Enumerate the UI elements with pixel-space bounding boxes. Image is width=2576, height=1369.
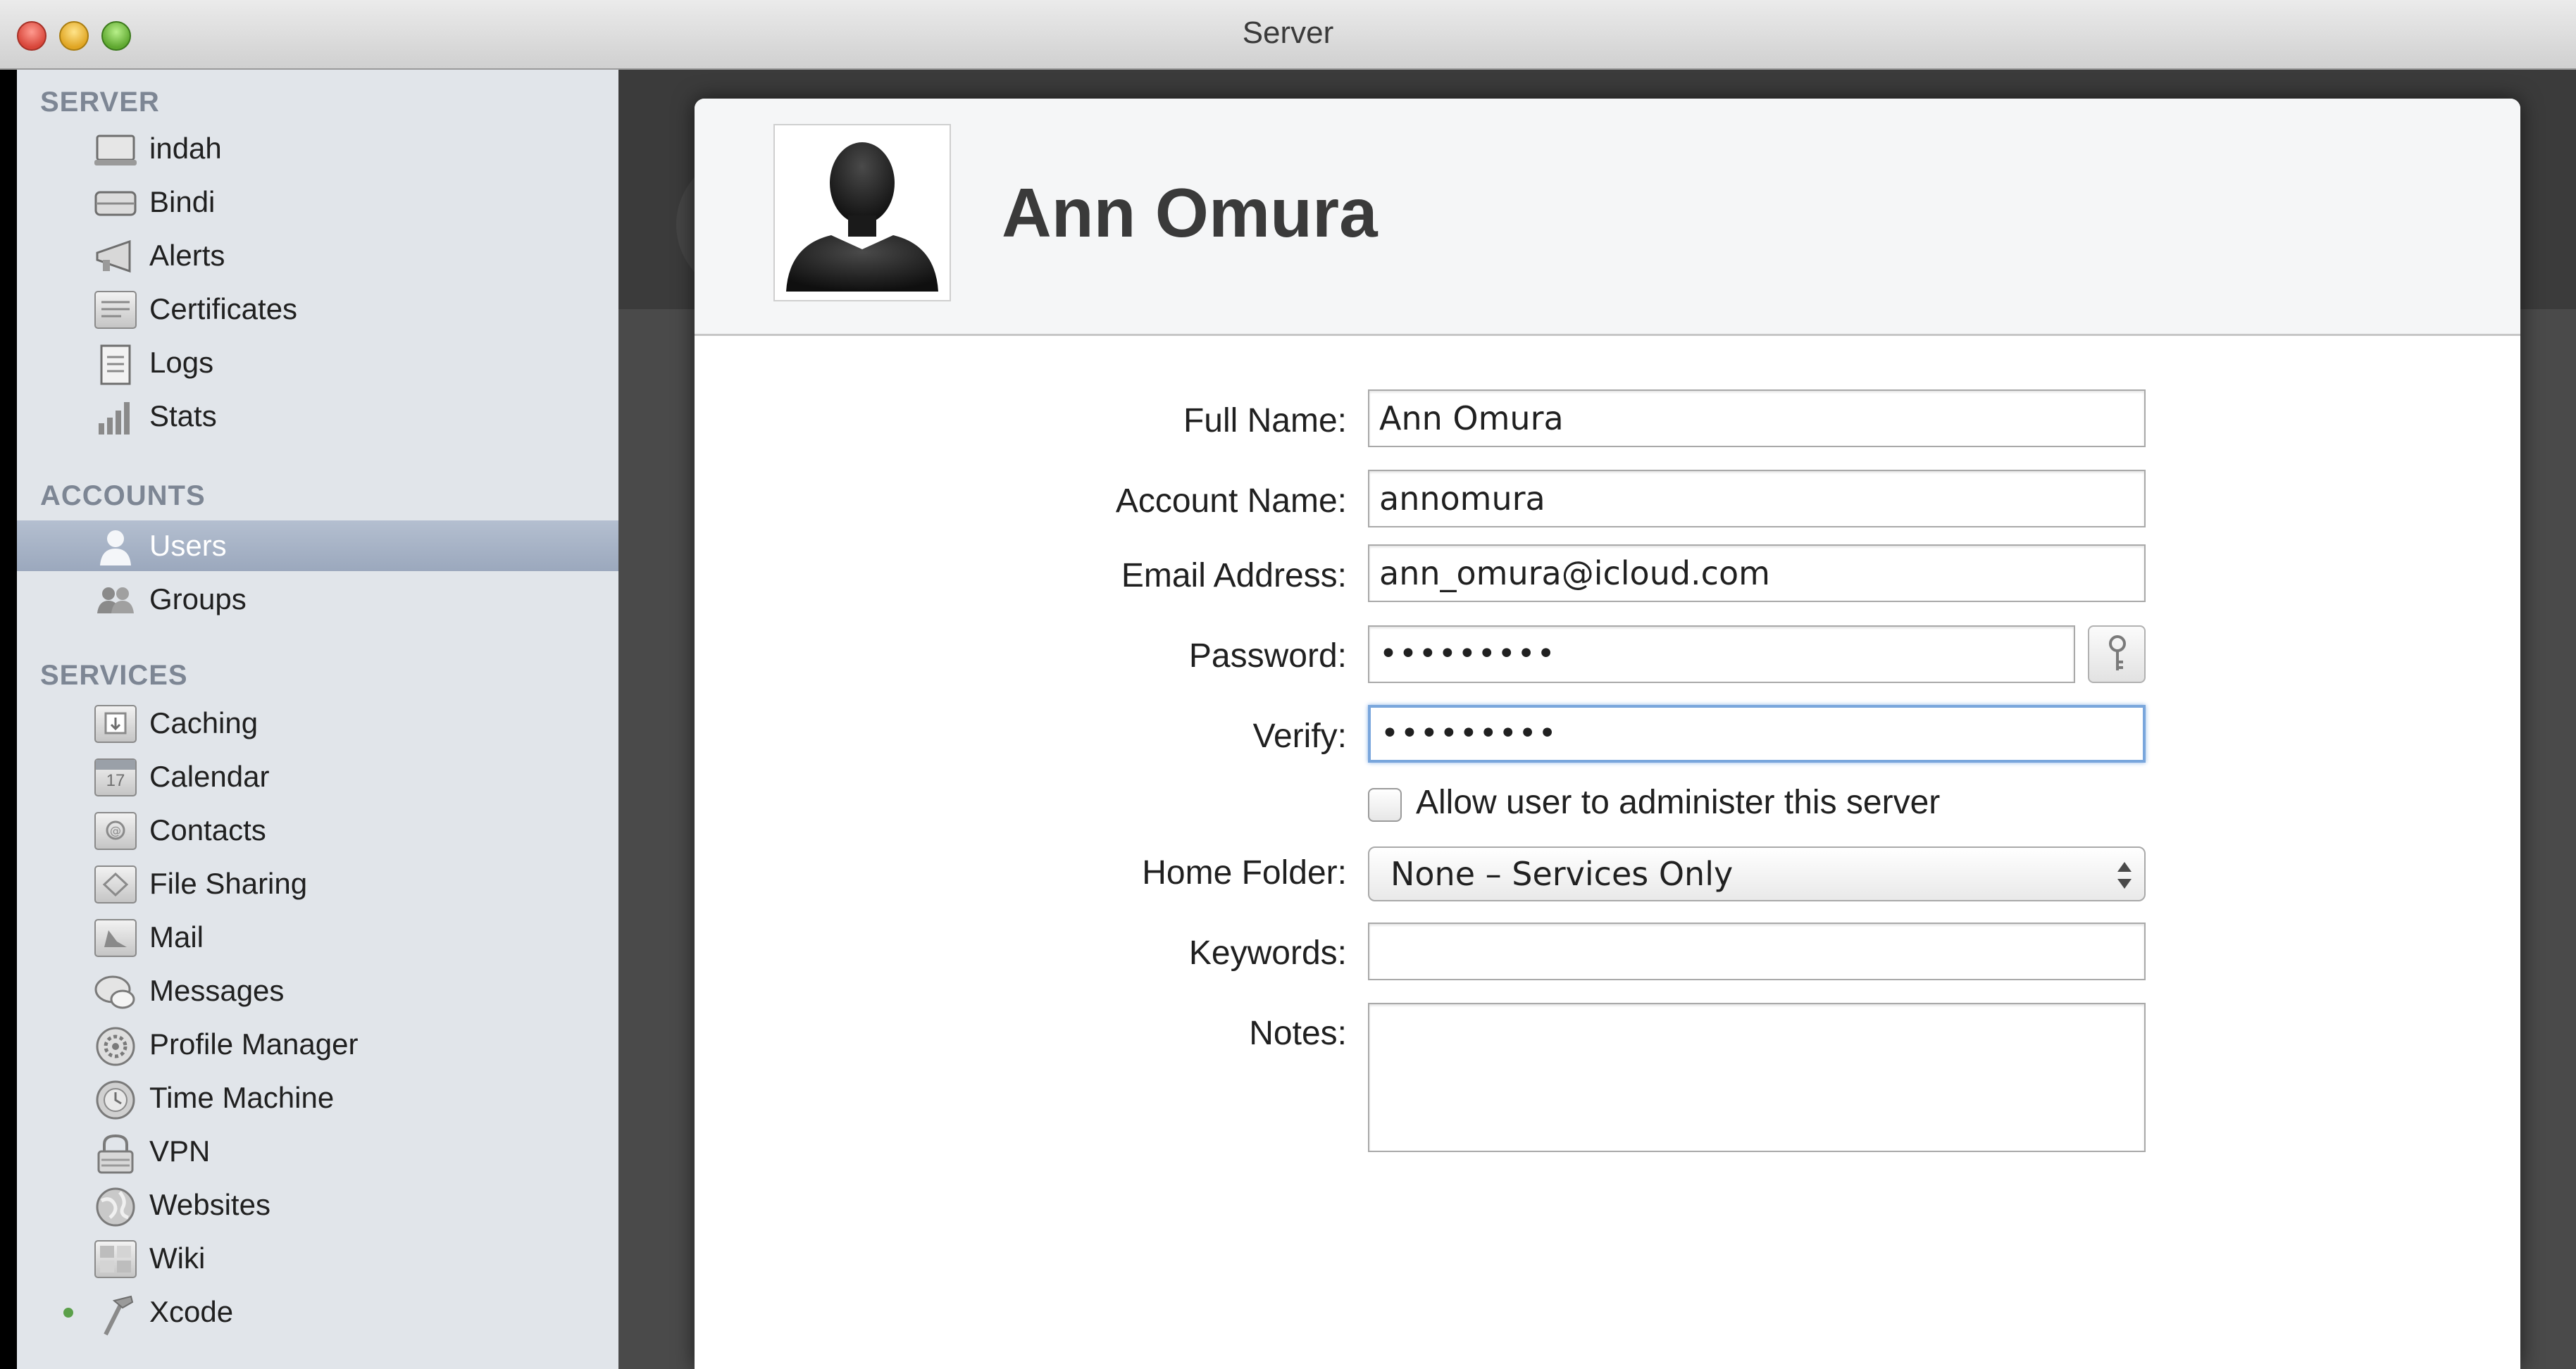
sidebar: SERVER indah Bindi Alerts Certificates L… — [17, 70, 618, 1369]
account-name-field[interactable]: annomura — [1368, 470, 2146, 527]
calendar-icon: 17 — [94, 758, 137, 796]
sidebar-item-contacts[interactable]: @ Contacts — [17, 805, 618, 856]
password-field[interactable]: ••••••••• — [1368, 625, 2075, 683]
sidebar-item-certificates[interactable]: Certificates — [17, 284, 618, 335]
caching-icon — [94, 705, 137, 743]
home-folder-label: Home Folder: — [1142, 854, 1347, 892]
group-icon — [94, 581, 137, 619]
sidebar-item-xcode[interactable]: Xcode — [17, 1287, 618, 1337]
wiki-icon — [94, 1240, 137, 1278]
server-window: Server SERVER indah Bindi Alerts Certifi… — [0, 0, 2576, 1369]
notes-label: Notes: — [1249, 1015, 1347, 1052]
certificate-icon — [94, 291, 137, 329]
password-assistant-button[interactable] — [2088, 625, 2146, 683]
keywords-field[interactable] — [1368, 923, 2146, 980]
sidebar-item-label: Logs — [149, 346, 214, 379]
sidebar-item-label: Calendar — [149, 760, 270, 793]
sidebar-item-label: Mail — [149, 920, 204, 954]
sheet-header: Ann Omura — [695, 99, 2520, 336]
sidebar-item-messages[interactable]: Messages — [17, 965, 618, 1016]
full-name-label: Full Name: — [1183, 402, 1347, 439]
home-folder-value: None – Services Only — [1390, 855, 1734, 893]
sidebar-item-label: indah — [149, 132, 222, 165]
sidebar-item-groups[interactable]: Groups — [17, 574, 618, 625]
sidebar-item-label: Xcode — [149, 1295, 234, 1328]
sidebar-item-label: Time Machine — [149, 1081, 335, 1114]
server-section-heading: SERVER — [40, 87, 160, 118]
contacts-icon: @ — [94, 812, 137, 850]
keywords-label: Keywords: — [1188, 934, 1347, 972]
allow-admin-checkbox[interactable] — [1368, 788, 1402, 822]
sidebar-item-label: Alerts — [149, 239, 225, 272]
user-display-name: Ann Omura — [1002, 174, 1378, 251]
drive-icon — [94, 184, 137, 222]
account-name-label: Account Name: — [1115, 482, 1347, 520]
calendar-day-number: 17 — [106, 771, 125, 790]
sidebar-item-caching[interactable]: Caching — [17, 698, 618, 749]
svg-text:@: @ — [110, 824, 121, 837]
folder-icon — [94, 865, 137, 904]
hammer-icon — [94, 1294, 137, 1336]
window-title: Server — [1242, 15, 1334, 50]
title-bar[interactable]: Server — [0, 0, 2576, 70]
sidebar-item-profile-manager[interactable]: Profile Manager — [17, 1019, 618, 1070]
sidebar-item-vpn[interactable]: VPN — [17, 1126, 618, 1177]
sidebar-item-file-sharing[interactable]: File Sharing — [17, 858, 618, 909]
sidebar-item-label: Bindi — [149, 185, 216, 218]
sidebar-item-label: Stats — [149, 399, 217, 432]
sidebar-item-label: File Sharing — [149, 867, 308, 900]
notes-field[interactable] — [1368, 1003, 2146, 1152]
sidebar-item-time-machine[interactable]: Time Machine — [17, 1073, 618, 1123]
verify-password-field[interactable]: ••••••••• — [1368, 705, 2146, 763]
email-field[interactable]: ann_omura@icloud.com — [1368, 544, 2146, 602]
bar-chart-icon — [94, 398, 137, 436]
chat-bubbles-icon — [94, 973, 137, 1011]
computer-icon — [94, 130, 137, 168]
sidebar-item-users[interactable]: Users — [17, 520, 618, 571]
password-label: Password: — [1188, 637, 1347, 675]
sidebar-item-indah[interactable]: indah — [17, 123, 618, 174]
sidebar-item-alerts[interactable]: Alerts — [17, 230, 618, 281]
globe-icon — [94, 1187, 137, 1227]
services-section-heading: SERVICES — [40, 660, 188, 691]
clock-icon — [94, 1080, 137, 1120]
sidebar-item-label: Certificates — [149, 292, 298, 325]
sidebar-item-calendar[interactable]: 17 Calendar — [17, 751, 618, 802]
megaphone-icon — [94, 237, 137, 275]
user-avatar[interactable] — [773, 124, 951, 301]
sidebar-item-label: Contacts — [149, 813, 266, 846]
sidebar-item-label: Profile Manager — [149, 1027, 359, 1061]
sidebar-item-wiki[interactable]: Wiki — [17, 1233, 618, 1284]
lock-icon — [94, 1133, 137, 1174]
accounts-section-heading: ACCOUNTS — [40, 480, 206, 511]
user-edit-sheet: Ann Omura Full Name: Account Name: Email… — [695, 99, 2520, 1369]
sidebar-item-mail[interactable]: Mail — [17, 912, 618, 963]
sidebar-item-bindi[interactable]: Bindi — [17, 177, 618, 227]
gear-icon — [94, 1026, 137, 1066]
sidebar-item-label: Websites — [149, 1188, 270, 1221]
popup-arrows-icon — [2115, 856, 2134, 894]
verify-label: Verify: — [1252, 718, 1347, 755]
user-icon — [94, 527, 137, 565]
document-icon — [94, 344, 137, 385]
sidebar-item-label: Messages — [149, 974, 285, 1007]
sidebar-item-label: VPN — [149, 1134, 211, 1168]
home-folder-popup[interactable]: None – Services Only — [1368, 846, 2146, 901]
sidebar-item-label: Wiki — [149, 1242, 206, 1275]
sidebar-item-label: Groups — [149, 582, 247, 615]
sidebar-item-logs[interactable]: Logs — [17, 337, 618, 388]
mail-icon — [94, 919, 137, 957]
sidebar-item-stats[interactable]: Stats — [17, 391, 618, 442]
sidebar-item-websites[interactable]: Websites — [17, 1180, 618, 1230]
sidebar-item-label: Users — [149, 529, 227, 562]
allow-admin-label[interactable]: Allow user to administer this server — [1416, 783, 1940, 822]
sidebar-item-label: Caching — [149, 706, 259, 739]
service-running-indicator — [63, 1308, 73, 1318]
email-label: Email Address: — [1121, 557, 1347, 594]
key-icon — [2102, 634, 2133, 675]
full-name-field[interactable]: Ann Omura — [1368, 389, 2146, 447]
